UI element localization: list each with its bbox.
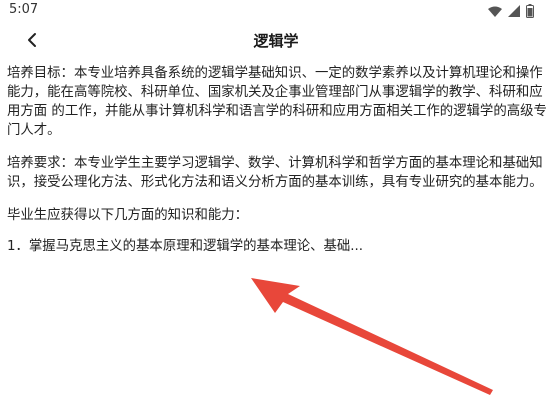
app-bar: 逻辑学 [0, 22, 552, 62]
article-content: 培养目标：本专业培养具备系统的逻辑学基础知识、一定的数学素养以及计算机理论和操作… [7, 64, 547, 270]
status-icons [488, 4, 534, 18]
signal-icon [508, 5, 520, 17]
wifi-icon [488, 6, 502, 17]
status-bar: 5:07 [0, 0, 552, 22]
skill-item-1: 1．掌握马克思主义的基本原理和逻辑学的基本理论、基础... [7, 239, 364, 254]
arrow-shape [251, 278, 493, 395]
training-goal-paragraph: 培养目标：本专业培养具备系统的逻辑学基础知识、一定的数学素养以及计算机理论和操作… [7, 66, 547, 138]
training-requirement-paragraph: 培养要求：本专业学生主要学习逻辑学、数学、计算机科学和哲学方面的基本理论和基础知… [7, 156, 543, 190]
battery-icon [526, 4, 534, 18]
graduate-skills-heading: 毕业生应获得以下几方面的知识和能力： [7, 208, 249, 223]
page-title: 逻辑学 [253, 32, 299, 50]
status-time: 5:07 [9, 2, 39, 17]
